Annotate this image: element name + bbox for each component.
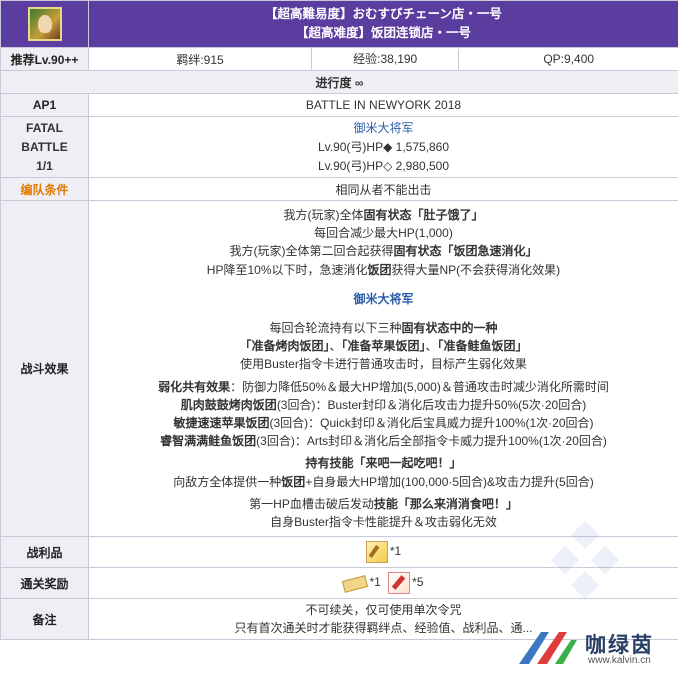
formation-value: 相同从者不能出击	[88, 177, 678, 201]
effect-line: 敏捷速速苹果饭团(3回合)：Quick封印＆消化后宝具威力提升100%(1次·2…	[173, 416, 594, 431]
reward-count-1: *1	[369, 575, 381, 590]
title-jp: 【超高難易度】おむすびチェーン店・一号	[265, 7, 502, 21]
watermark-logo-icon	[519, 632, 577, 664]
qp-value: QP:9,400	[543, 51, 595, 66]
notes-label: 备注	[0, 598, 89, 641]
effect-line: HP降至10%以下时，急速消化饭团获得大量NP(不会获得消化效果)	[206, 262, 561, 277]
mana-prism-icon	[388, 572, 411, 595]
enemy-info: 御米大将军 Lv.90(弓)HP◆ 1,575,860 Lv.90(弓)HP◇ …	[88, 116, 678, 178]
enemy-name: 御米大将军	[353, 120, 414, 135]
level-label: 推荐Lv.90++	[0, 47, 89, 71]
quest-title: 【超高難易度】おむすびチェーン店・一号 【超高难度】饭团连锁店・一号	[88, 0, 678, 48]
loot-label: 战利品	[0, 536, 89, 569]
effect-line: 每回合减少最大HP(1,000)	[314, 226, 453, 241]
battle-effect-content: 我方(玩家)全体固有状态「肚子饿了」 每回合减少最大HP(1,000) 我方(玩…	[88, 199, 678, 538]
ap-label: AP1	[0, 93, 89, 117]
enemy-hp-2: Lv.90(弓)HP◇ 2,980,500	[317, 158, 450, 173]
effect-line: 肌肉鼓鼓烤肉饭团(3回合)：Buster封印＆消化后攻击力提升50%(5次·20…	[180, 397, 587, 412]
effect-line: 向敌方全体提供一种饭团+自身最大HP增加(100,000·5回合)&攻击力提升(…	[173, 474, 594, 489]
battle-effect-label: 战斗效果	[0, 199, 89, 538]
effect-line: 「准备烤肉饭团」、「准备苹果饭团」、「准备鲑鱼饭团」	[239, 339, 528, 354]
servant-portrait-icon	[27, 7, 62, 41]
exp-value: 经验:38,190	[312, 48, 460, 70]
bond-value: 羁绊:915	[88, 47, 312, 71]
watermark-url: www.kalvin.cn	[588, 655, 651, 666]
effect-line: 持有技能「来吧一起吃吧！」	[305, 456, 462, 471]
title-cn: 【超高难度】饭团连锁店・一号	[295, 26, 471, 40]
ap-value: BATTLE IN NEWYORK 2018	[88, 93, 678, 117]
formation-label: 编队条件	[0, 177, 89, 201]
effect-line: 第一HP血槽击破后发动技能「那么来消消食吧！」	[249, 496, 518, 511]
fatal-label: FATAL BATTLE 1/1	[0, 116, 89, 178]
boss-name: 御米大将军	[353, 291, 414, 306]
progress-header: 进行度 ∞	[0, 70, 678, 94]
quest-icon-cell	[0, 0, 89, 48]
effect-line: 我方(玩家)全体第二回合起获得固有状态「饭团急速消化」	[229, 244, 538, 259]
ticket-icon	[343, 573, 368, 594]
effect-line: 弱化共有效果：防御力降低50%＆最大HP增加(5,000)＆普通攻击时减少消化所…	[158, 379, 609, 394]
golden-spoon-icon	[365, 541, 388, 564]
loot-count: *1	[389, 544, 402, 559]
effect-line: 每回合轮流持有以下三种固有状态中的一种	[269, 321, 498, 336]
effect-line: 使用Buster指令卡进行普通攻击时，目标产生弱化效果	[240, 357, 527, 372]
effect-line: 睿智满满鲑鱼饭团(3回合)：Arts封印＆消化后全部指令卡威力提升100%(1次…	[160, 434, 607, 449]
enemy-hp-1: Lv.90(弓)HP◆ 1,575,860	[317, 139, 450, 154]
reward-label: 通关奖励	[0, 567, 89, 600]
effect-line: 我方(玩家)全体固有状态「肚子饿了」	[283, 208, 484, 222]
watermark-pattern-icon	[550, 520, 620, 600]
reward-count-2: *5	[412, 575, 424, 590]
